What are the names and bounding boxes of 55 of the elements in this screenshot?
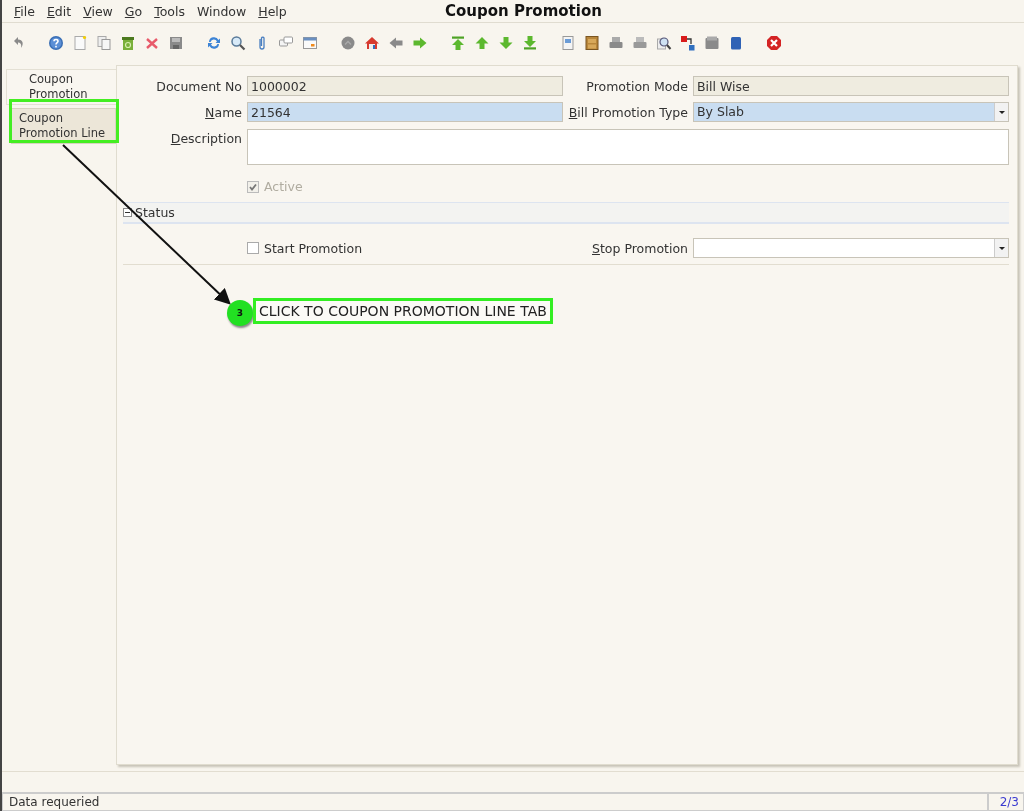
description-field[interactable] <box>247 129 1009 165</box>
menu-item[interactable]: Go <box>118 3 149 19</box>
up-arrow-icon[interactable] <box>474 35 490 51</box>
field-label: Description <box>169 130 242 146</box>
section-title: Status <box>135 205 175 220</box>
menu-item[interactable]: File <box>8 3 41 19</box>
stop-promotion-dropdown[interactable] <box>693 238 1009 258</box>
status-message: Data requeried <box>2 793 988 811</box>
circle-icon[interactable] <box>340 35 356 51</box>
field-label: Promotion Mode <box>585 78 688 94</box>
collapse-icon[interactable] <box>123 208 132 217</box>
document-no-field[interactable]: 1000002 <box>247 76 563 96</box>
recycle-bin-icon[interactable] <box>120 35 136 51</box>
menu-item[interactable]: Edit <box>40 3 78 19</box>
checkbox-label: Active <box>264 179 303 194</box>
printer-icon[interactable] <box>608 35 624 51</box>
help-icon[interactable] <box>48 35 64 51</box>
menu-item[interactable]: Window <box>190 3 253 19</box>
menu-item[interactable]: Tools <box>148 3 191 19</box>
save-icon[interactable] <box>168 35 184 51</box>
down-arrow-icon[interactable] <box>498 35 514 51</box>
checkbox-label: Start Promotion <box>264 240 363 256</box>
section-header[interactable]: Status <box>123 202 1009 224</box>
copy-icon[interactable] <box>96 35 112 51</box>
workflow-icon[interactable] <box>680 35 696 51</box>
record-counter: 2/3 <box>988 793 1024 811</box>
field-label: Name <box>204 104 242 120</box>
archive-icon[interactable] <box>584 35 600 51</box>
bill-promotion-type-dropdown[interactable]: By Slab <box>693 102 1009 122</box>
name-field[interactable]: 21564 <box>247 102 563 122</box>
back-arrow-icon[interactable] <box>388 35 404 51</box>
menu-item[interactable]: Help <box>252 3 293 19</box>
callout: CLICK TO COUPON PROMOTION LINE TAB <box>253 298 553 324</box>
refresh-icon[interactable] <box>206 35 222 51</box>
close-icon[interactable] <box>766 35 782 51</box>
printer-icon[interactable] <box>632 35 648 51</box>
menu-item[interactable]: View <box>77 3 119 19</box>
search-icon[interactable] <box>230 35 246 51</box>
zoom-icon[interactable] <box>656 35 672 51</box>
caret-icon <box>997 108 1006 116</box>
calendar-icon[interactable] <box>302 35 318 51</box>
field-label: Stop Promotion <box>591 240 688 256</box>
new-document-icon[interactable] <box>72 35 88 51</box>
window-title: Coupon Promotion <box>445 2 602 20</box>
field-label: Bill Promotion Type <box>568 104 688 120</box>
promotion-mode-field[interactable]: Bill Wise <box>693 76 1009 96</box>
first-record-icon[interactable] <box>450 35 466 51</box>
forward-arrow-icon[interactable] <box>412 35 428 51</box>
checkbox[interactable] <box>247 242 259 254</box>
field-label: Document No <box>155 78 242 94</box>
report-icon[interactable] <box>560 35 576 51</box>
home-icon[interactable] <box>364 35 380 51</box>
last-record-icon[interactable] <box>522 35 538 51</box>
caret-icon <box>997 244 1006 252</box>
delete-icon[interactable] <box>144 35 160 51</box>
